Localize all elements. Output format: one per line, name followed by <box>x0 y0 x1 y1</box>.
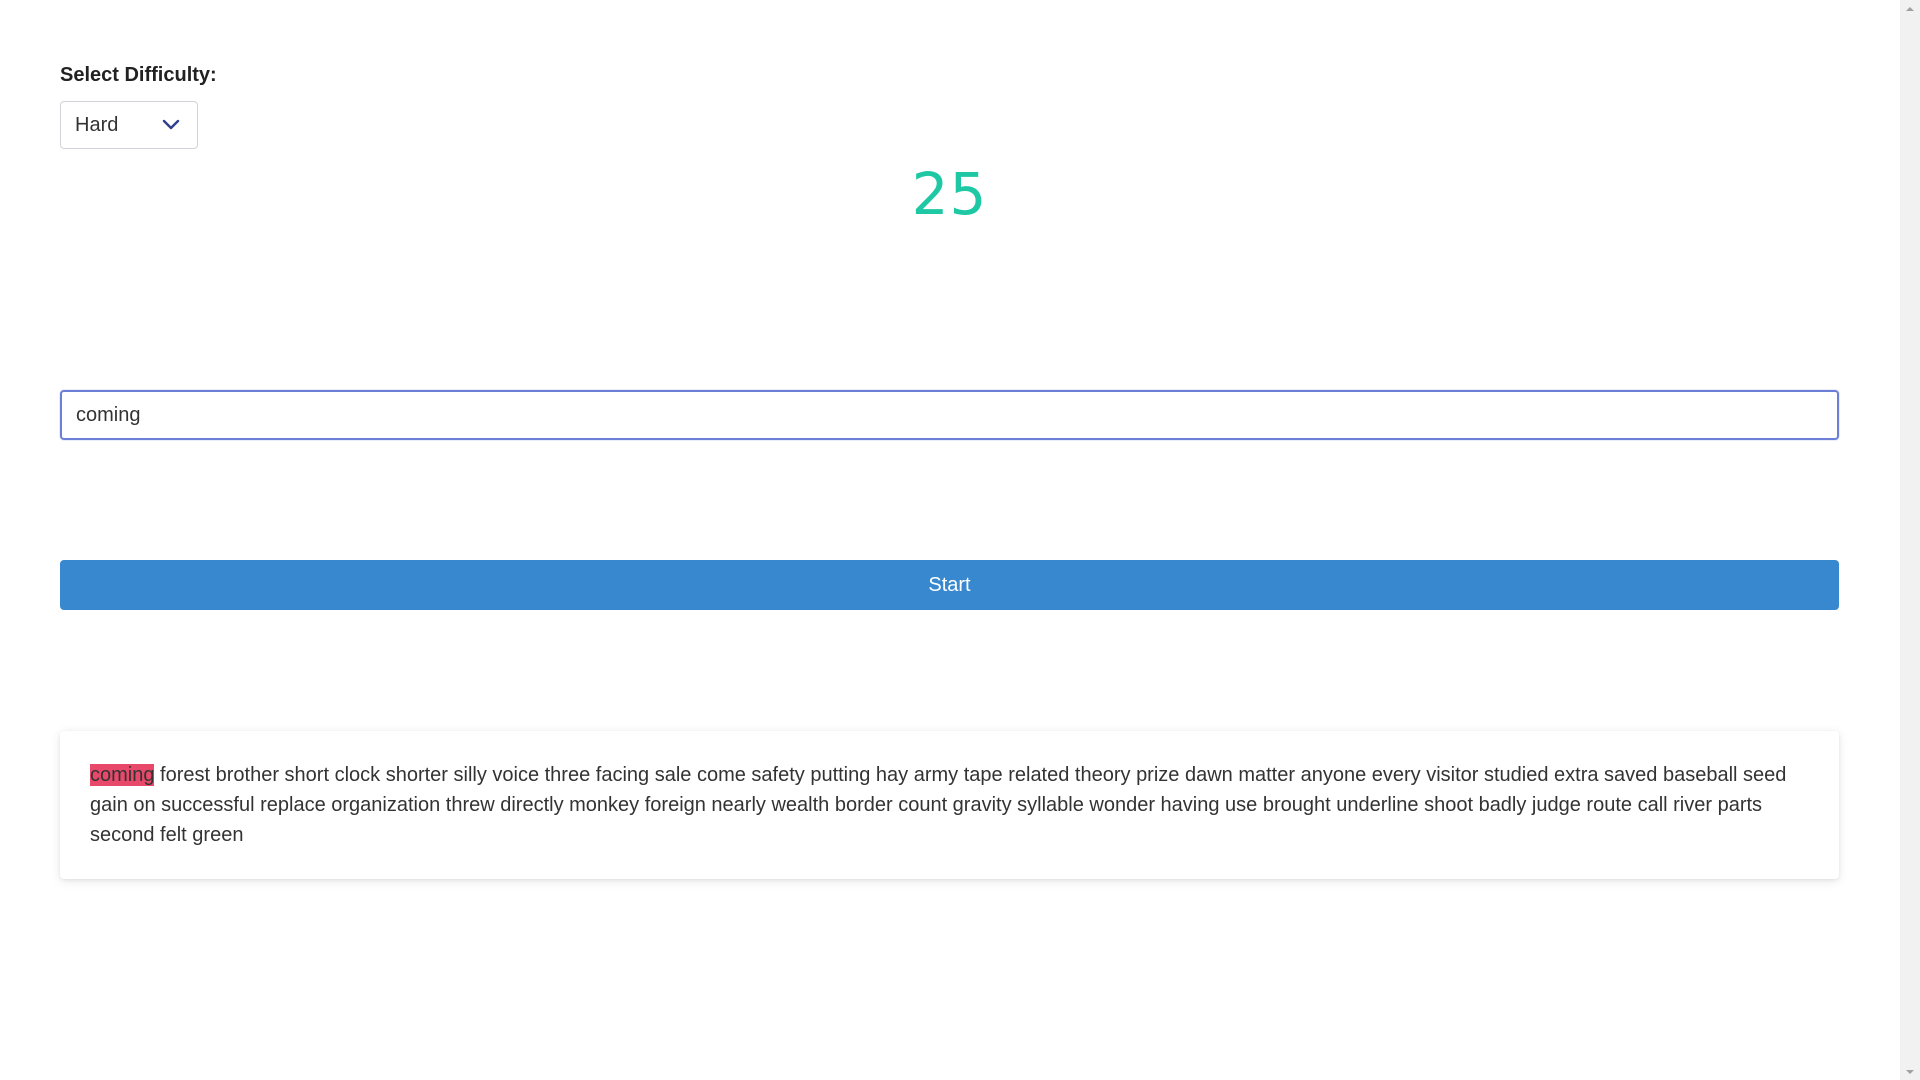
countdown-timer: 25 <box>911 160 988 228</box>
difficulty-selected-value: Hard <box>75 113 119 136</box>
arrow-up-icon[interactable] <box>1900 0 1920 17</box>
current-word-highlight: coming <box>90 764 155 786</box>
remaining-words: forest brother short clock shorter silly… <box>90 764 1787 846</box>
word-input[interactable] <box>60 390 1839 440</box>
words-card: coming forest brother short clock shorte… <box>60 731 1839 879</box>
start-button[interactable]: Start <box>60 560 1839 610</box>
page-scrollbar[interactable] <box>1900 0 1920 1080</box>
page: Select Difficulty: Hard 25 Start coming … <box>0 0 1900 1080</box>
difficulty-label: Select Difficulty: <box>60 64 217 86</box>
arrow-down-icon[interactable] <box>1900 1063 1920 1080</box>
chevron-down-icon <box>162 119 180 130</box>
difficulty-select[interactable]: Hard <box>60 101 198 149</box>
